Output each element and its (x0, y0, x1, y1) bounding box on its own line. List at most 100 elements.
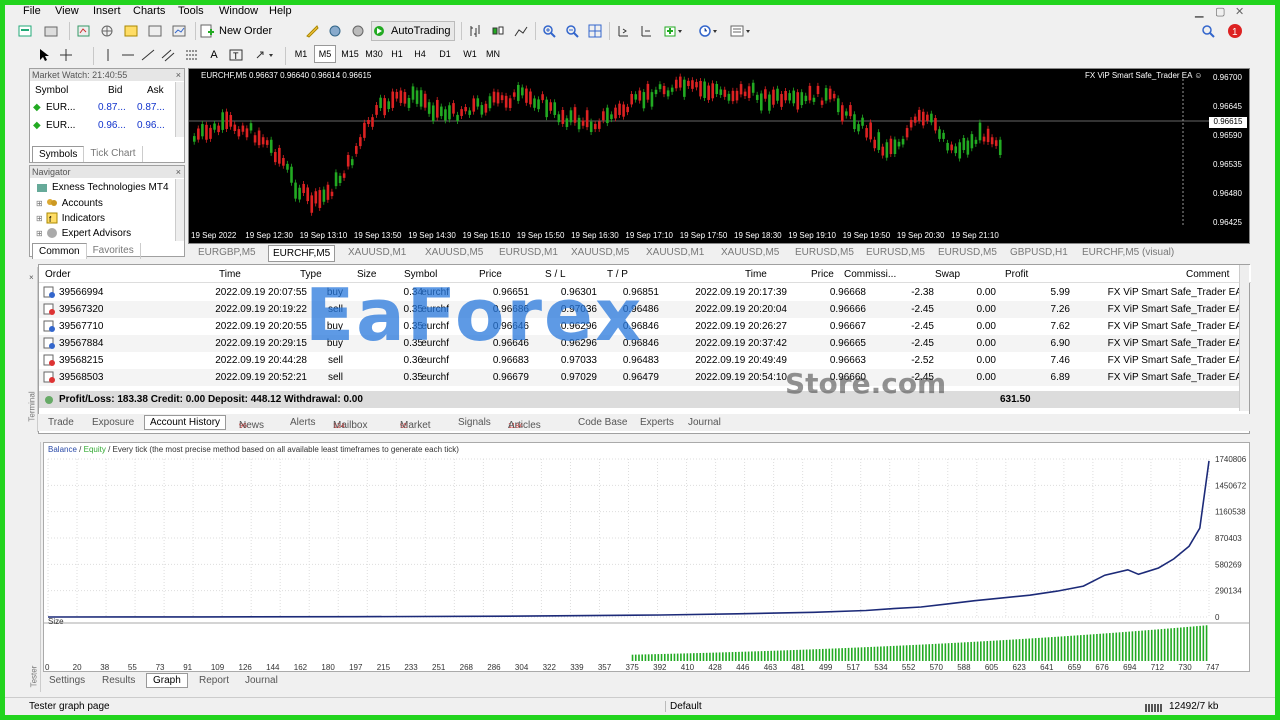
tab-trade[interactable]: Trade (48, 417, 74, 428)
trendline-icon[interactable] (139, 45, 157, 65)
timeframe-m5[interactable]: M5 (314, 45, 336, 63)
menu-tools[interactable]: Tools (178, 5, 204, 17)
market-icon[interactable] (348, 21, 368, 41)
price-chart[interactable]: EURCHF,M5 0.96637 0.96640 0.96614 0.9661… (188, 68, 1250, 244)
tab-exposure[interactable]: Exposure (92, 417, 134, 428)
minimize-icon[interactable]: ▁ (1195, 5, 1203, 18)
timeframe-mn[interactable]: MN (482, 45, 504, 63)
market-watch-row[interactable]: ◆ EUR... 0.87... 0.87... (30, 99, 180, 116)
text-label-icon[interactable]: T (227, 45, 245, 65)
tab-alerts[interactable]: Alerts (290, 417, 316, 428)
bar-chart-icon[interactable] (465, 21, 485, 41)
crosshair-icon[interactable] (57, 45, 75, 65)
tab-report[interactable]: Report (199, 675, 229, 686)
zoom-in-icon[interactable] (539, 21, 559, 41)
chart-tab[interactable]: EURUSD,M5 (866, 247, 925, 258)
text-icon[interactable]: A (205, 45, 223, 65)
tab-graph[interactable]: Graph (146, 673, 188, 688)
timeframe-w1[interactable]: W1 (459, 45, 481, 63)
scrollbar[interactable] (175, 82, 184, 137)
arrows-dropdown[interactable] (253, 45, 279, 65)
expand-icon[interactable]: ⊞ (36, 199, 43, 208)
tab-settings[interactable]: Settings (49, 675, 85, 686)
terminal-icon[interactable] (145, 21, 167, 41)
tester-graph[interactable]: Balance / Equity / Every tick (the most … (43, 442, 1250, 672)
tab-journal[interactable]: Journal (245, 675, 278, 686)
expand-icon[interactable]: ⊞ (36, 229, 43, 238)
timeframe-h4[interactable]: H4 (410, 45, 430, 63)
nav-item-accounts[interactable]: ⊞ Accounts (36, 197, 103, 209)
timeframe-m30[interactable]: M30 (363, 45, 385, 63)
tab-tick-chart[interactable]: Tick Chart (84, 146, 143, 162)
menu-help[interactable]: Help (269, 5, 292, 17)
tester-icon[interactable] (169, 21, 191, 41)
chart-tab[interactable]: EURCHF,M5 (visual) (1082, 247, 1174, 258)
chart-tab-active[interactable]: EURCHF,M5 (268, 245, 336, 262)
line-chart-icon[interactable] (511, 21, 531, 41)
autotrading-button[interactable]: AutoTrading (371, 21, 455, 41)
templates-dropdown[interactable] (727, 21, 757, 41)
nav-item-broker[interactable]: Exness Technologies MT4 (36, 181, 169, 193)
nav-item-indicators[interactable]: ⊞ f Indicators (36, 212, 105, 224)
chart-tab[interactable]: XAUUSD,M5 (571, 247, 629, 258)
nav-item-expert-advisors[interactable]: ⊞ Expert Advisors (36, 227, 131, 239)
equidistant-channel-icon[interactable] (159, 45, 177, 65)
chart-tab[interactable]: EURUSD,M5 (795, 247, 854, 258)
tab-common[interactable]: Common (32, 243, 87, 259)
chart-tab[interactable]: XAUUSD,M5 (425, 247, 483, 258)
tab-market[interactable]: Market 95 (400, 417, 431, 431)
expand-icon[interactable]: ⊞ (36, 214, 43, 223)
chart-tab[interactable]: XAUUSD,M5 (721, 247, 779, 258)
signals-icon[interactable] (325, 21, 345, 41)
menu-view[interactable]: View (55, 5, 79, 17)
table-row[interactable]: 39568503 2022.09.19 20:52:21 sell 0.35 eurch… (39, 369, 1242, 386)
chart-tab[interactable]: EURGBP,M5 (198, 247, 256, 258)
horizontal-line-icon[interactable] (119, 45, 137, 65)
tab-signals[interactable]: Signals (458, 417, 491, 428)
cursor-icon[interactable] (35, 45, 53, 65)
chart-tab[interactable]: XAUUSD,M1 (646, 247, 704, 258)
scrollbar[interactable] (175, 179, 184, 241)
close-icon[interactable]: × (29, 273, 34, 282)
chart-tab[interactable]: GBPUSD,H1 (1010, 247, 1068, 258)
timeframe-h1[interactable]: H1 (387, 45, 407, 63)
new-chart-icon[interactable] (15, 21, 37, 41)
tab-mailbox[interactable]: Mailbox 124 (333, 417, 367, 431)
scrollbar[interactable] (1239, 265, 1249, 411)
tab-news[interactable]: News 96 (239, 417, 264, 431)
data-window-icon[interactable] (97, 21, 119, 41)
tab-results[interactable]: Results (102, 675, 135, 686)
tab-favorites[interactable]: Favorites (87, 243, 141, 259)
restore-icon[interactable]: ▢ (1215, 5, 1225, 18)
chart-tab[interactable]: XAUUSD,M1 (348, 247, 406, 258)
metaeditor-icon[interactable] (302, 21, 322, 41)
navigator-icon[interactable] (121, 21, 143, 41)
periods-dropdown[interactable] (695, 21, 723, 41)
fibonacci-icon[interactable] (183, 45, 201, 65)
vertical-line-icon[interactable] (99, 45, 117, 65)
profiles-icon[interactable] (41, 21, 63, 41)
chart-shift-icon[interactable] (613, 21, 633, 41)
tab-account-history[interactable]: Account History (144, 415, 227, 430)
chart-tab[interactable]: EURUSD,M5 (938, 247, 997, 258)
chart-tab[interactable]: EURUSD,M1 (499, 247, 558, 258)
tab-articles[interactable]: Articles 1184 (508, 417, 541, 431)
tab-journal[interactable]: Journal (688, 417, 721, 428)
timeframe-m15[interactable]: M15 (339, 45, 361, 63)
market-watch-icon[interactable] (73, 21, 95, 41)
candlestick-icon[interactable] (488, 21, 508, 41)
autoscroll-icon[interactable] (636, 21, 656, 41)
menu-insert[interactable]: Insert (93, 5, 121, 17)
new-order-button[interactable]: New Order (200, 21, 300, 41)
close-icon[interactable]: ✕ (1235, 5, 1244, 18)
zoom-out-icon[interactable] (562, 21, 582, 41)
market-watch-row[interactable]: ◆ EUR... 0.96... 0.96... (30, 117, 180, 134)
tile-windows-icon[interactable] (585, 21, 605, 41)
indicators-dropdown[interactable] (661, 21, 687, 41)
timeframe-m1[interactable]: M1 (291, 45, 311, 63)
tab-code-base[interactable]: Code Base (578, 417, 627, 428)
timeframe-d1[interactable]: D1 (435, 45, 455, 63)
menu-window[interactable]: Window (219, 5, 258, 17)
menu-charts[interactable]: Charts (133, 5, 165, 17)
menu-file[interactable]: File (23, 5, 41, 17)
